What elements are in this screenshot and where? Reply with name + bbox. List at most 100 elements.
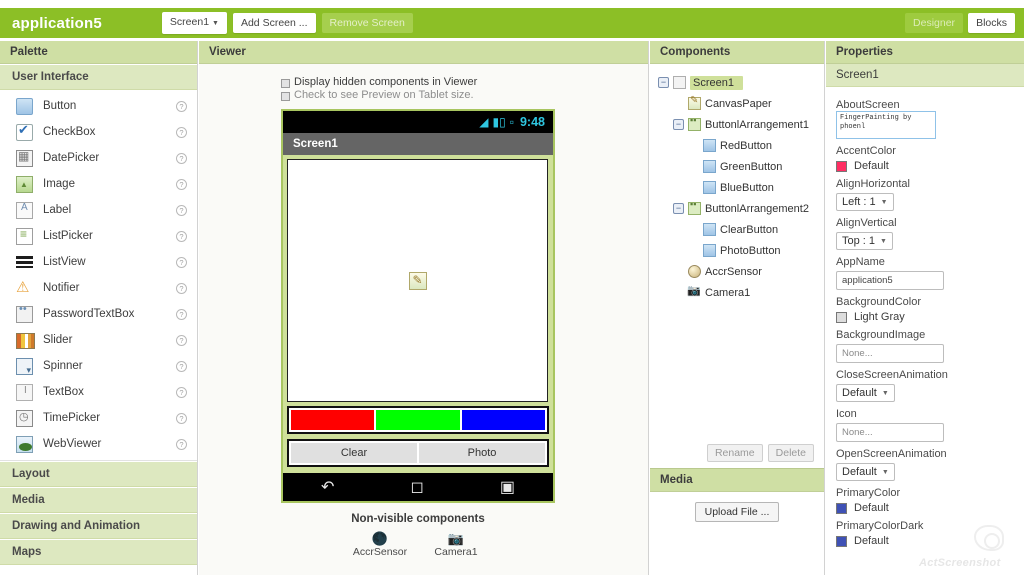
primarycolor-picker[interactable]: Default <box>836 502 1014 514</box>
icon-input[interactable]: None... <box>836 423 944 442</box>
help-icon[interactable]: ? <box>176 152 187 164</box>
button-arrangement-1[interactable] <box>287 406 549 434</box>
help-icon[interactable]: ? <box>176 438 187 450</box>
signal-icon: ▮▯ <box>492 115 506 129</box>
collapse-toggle-icon[interactable]: − <box>673 203 684 214</box>
palette-item-label[interactable]: Label? <box>0 197 197 223</box>
help-icon[interactable]: ? <box>176 282 187 294</box>
image-icon <box>16 175 33 193</box>
palette-section-drawing-and-animation[interactable]: Drawing and Animation <box>0 513 197 539</box>
tree-node-buttonarrangement1[interactable]: − ButtonlArrangement1 <box>650 114 824 135</box>
tablet-preview-checkbox[interactable] <box>281 92 290 101</box>
palette-item-image[interactable]: Image? <box>0 171 197 197</box>
palette-item-listpicker[interactable]: ListPicker? <box>0 223 197 249</box>
palette-item-checkbox[interactable]: CheckBox? <box>0 119 197 145</box>
components-panel: Components − Screen1 CanvasPaper − Butto… <box>650 41 825 575</box>
tree-node-bluebutton[interactable]: BlueButton <box>650 177 824 198</box>
collapse-toggle-icon[interactable]: − <box>658 77 669 88</box>
palette-item-timepicker[interactable]: TimePicker? <box>0 405 197 431</box>
backgroundcolor-picker[interactable]: Light Gray <box>836 311 1014 323</box>
tablet-preview-row[interactable]: Check to see Preview on Tablet size. <box>281 89 648 101</box>
display-hidden-components-checkbox[interactable] <box>281 79 290 88</box>
collapse-toggle-icon[interactable]: − <box>673 119 684 130</box>
canvas-paper-component[interactable] <box>287 159 548 402</box>
property-label-backgroundcolor: BackgroundColor <box>836 296 921 308</box>
properties-header: Properties <box>826 41 1024 64</box>
tree-node-buttonarrangement2[interactable]: − ButtonlArrangement2 <box>650 198 824 219</box>
palette-item-button[interactable]: Button? <box>0 93 197 119</box>
listview-icon <box>16 254 33 271</box>
palette-item-slider[interactable]: Slider? <box>0 327 197 353</box>
palette-section-media[interactable]: Media <box>0 487 197 513</box>
tree-node-screen1[interactable]: − Screen1 <box>650 72 824 93</box>
alignvertical-select[interactable]: Top : 1 ▼ <box>836 232 893 250</box>
tree-node-camera1[interactable]: Camera1 <box>650 282 824 303</box>
component-actions: Rename Delete <box>650 444 824 468</box>
help-icon[interactable]: ? <box>176 308 187 320</box>
button-icon <box>703 139 716 152</box>
palette-item-webviewer[interactable]: WebViewer? <box>0 431 197 457</box>
non-visible-accrsensor[interactable]: 🌑 AccrSensor <box>349 531 411 558</box>
help-icon[interactable]: ? <box>176 204 187 216</box>
openscreenanimation-select[interactable]: Default ▼ <box>836 463 895 481</box>
tree-node-greenbutton[interactable]: GreenButton <box>650 156 824 177</box>
screen-icon <box>673 76 686 89</box>
remove-screen-button[interactable]: Remove Screen <box>321 13 413 33</box>
photo-button-preview[interactable]: Photo <box>418 442 546 464</box>
backgroundimage-input[interactable]: None... <box>836 344 944 363</box>
display-hidden-components-row[interactable]: Display hidden components in Viewer <box>281 76 648 88</box>
add-screen-button[interactable]: Add Screen ... <box>232 13 316 33</box>
alignhorizontal-select[interactable]: Left : 1 ▼ <box>836 193 894 211</box>
chevron-down-icon: ▼ <box>880 237 887 245</box>
phone-status-bar: ◢ ▮▯ ▫ 9:48 <box>283 111 553 133</box>
palette-item-notifier[interactable]: Notifier? <box>0 275 197 301</box>
red-button-preview[interactable] <box>290 409 376 431</box>
aboutscreen-textarea[interactable]: FingerPainting by phoenl <box>836 111 936 139</box>
tree-node-redbutton[interactable]: RedButton <box>650 135 824 156</box>
camera-icon <box>687 284 701 299</box>
blue-button-preview[interactable] <box>460 409 546 431</box>
closescreenanimation-select[interactable]: Default ▼ <box>836 384 895 402</box>
screen-selector-dropdown[interactable]: Screen1 ▼ <box>161 12 227 34</box>
button-icon <box>703 244 716 257</box>
timepicker-icon <box>16 409 33 427</box>
help-icon[interactable]: ? <box>176 230 187 242</box>
tree-node-accrsensor[interactable]: AccrSensor <box>650 261 824 282</box>
primarycolordark-picker[interactable]: Default <box>836 535 1014 547</box>
palette-section-layout[interactable]: Layout <box>0 461 197 487</box>
palette-item-passwordtextbox[interactable]: PasswordTextBox? <box>0 301 197 327</box>
palette-section-user-interface[interactable]: User Interface <box>0 64 197 90</box>
green-button-preview[interactable] <box>375 409 461 431</box>
clear-button-preview[interactable]: Clear <box>290 442 418 464</box>
property-label-openscreenanimation: OpenScreenAnimation <box>836 448 947 460</box>
palette-item-datepicker[interactable]: DatePicker? <box>0 145 197 171</box>
rename-button[interactable]: Rename <box>706 444 763 462</box>
help-icon[interactable]: ? <box>176 386 187 398</box>
designer-tab[interactable]: Designer <box>905 13 964 33</box>
tree-node-photobutton[interactable]: PhotoButton <box>650 240 824 261</box>
non-visible-camera1[interactable]: 📷 Camera1 <box>425 531 487 558</box>
palette-item-listview[interactable]: ListView? <box>0 249 197 275</box>
accentcolor-picker[interactable]: Default <box>836 160 1014 172</box>
help-icon[interactable]: ? <box>176 178 187 190</box>
tree-node-clearbutton[interactable]: ClearButton <box>650 219 824 240</box>
passwordtextbox-icon <box>16 303 33 323</box>
color-swatch <box>836 160 847 172</box>
palette-item-spinner[interactable]: Spinner? <box>0 353 197 379</box>
blocks-tab[interactable]: Blocks <box>968 13 1015 33</box>
back-icon: ↶ <box>321 479 335 496</box>
help-icon[interactable]: ? <box>176 360 187 372</box>
help-icon[interactable]: ? <box>176 126 187 138</box>
button-arrangement-2[interactable]: Clear Photo <box>287 439 549 467</box>
delete-button[interactable]: Delete <box>767 444 814 462</box>
palette-item-textbox[interactable]: TextBox? <box>0 379 197 405</box>
help-icon[interactable]: ? <box>176 334 187 346</box>
help-icon[interactable]: ? <box>176 256 187 268</box>
appname-input[interactable]: application5 <box>836 271 944 290</box>
help-icon[interactable]: ? <box>176 100 187 112</box>
upload-file-button[interactable]: Upload File ... <box>694 502 780 522</box>
project-title: application5 <box>12 14 102 32</box>
palette-section-maps[interactable]: Maps <box>0 539 197 565</box>
tree-node-canvaspaper[interactable]: CanvasPaper <box>650 93 824 114</box>
help-icon[interactable]: ? <box>176 412 187 424</box>
